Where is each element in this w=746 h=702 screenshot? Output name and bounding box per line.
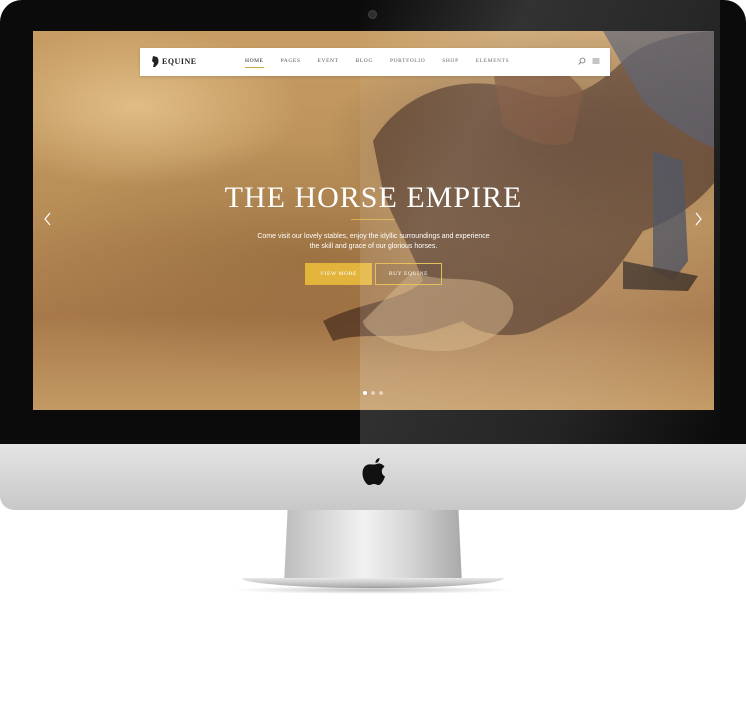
- horse-head-logo-icon: [152, 56, 159, 67]
- search-icon[interactable]: [578, 57, 586, 65]
- nav-item-blog[interactable]: BLOG: [356, 58, 373, 64]
- imac-shadow: [230, 586, 516, 594]
- website-screen: EQUINE HOME PAGES EVENT BLOG PORTFOLIO S…: [33, 31, 714, 410]
- camera-icon: [368, 10, 377, 19]
- hero-title: THE HORSE EMPIRE: [224, 181, 523, 214]
- view-more-button[interactable]: VIEW MORE: [305, 263, 372, 285]
- apple-logo-icon: [362, 458, 385, 485]
- hero-description: Come visit our lovely stables, enjoy the…: [257, 233, 490, 250]
- nav-item-portfolio[interactable]: PORTFOLIO: [390, 58, 425, 64]
- nav-item-home[interactable]: HOME: [245, 58, 264, 68]
- site-navbar: EQUINE HOME PAGES EVENT BLOG PORTFOLIO S…: [140, 48, 610, 76]
- slider-dot[interactable]: [379, 391, 383, 395]
- nav-item-event[interactable]: EVENT: [318, 58, 339, 64]
- nav-item-pages[interactable]: PAGES: [281, 58, 301, 64]
- slider-pagination: [363, 391, 383, 395]
- menu-icon[interactable]: [592, 57, 600, 65]
- imac-stand: [284, 510, 462, 584]
- slider-dot[interactable]: [363, 391, 367, 395]
- buy-equine-button[interactable]: BUY EQUINE: [375, 263, 442, 285]
- slider-dot[interactable]: [371, 391, 375, 395]
- logo-text: EQUINE: [162, 57, 197, 66]
- nav-item-elements[interactable]: ELEMENTS: [476, 58, 510, 64]
- navbar-icons: [578, 57, 600, 65]
- nav-item-shop[interactable]: SHOP: [442, 58, 458, 64]
- main-navigation: HOME PAGES EVENT BLOG PORTFOLIO SHOP ELE…: [245, 58, 510, 68]
- site-logo[interactable]: EQUINE: [152, 56, 197, 67]
- hero-divider: [351, 219, 395, 220]
- horse-hero-image: [323, 31, 714, 351]
